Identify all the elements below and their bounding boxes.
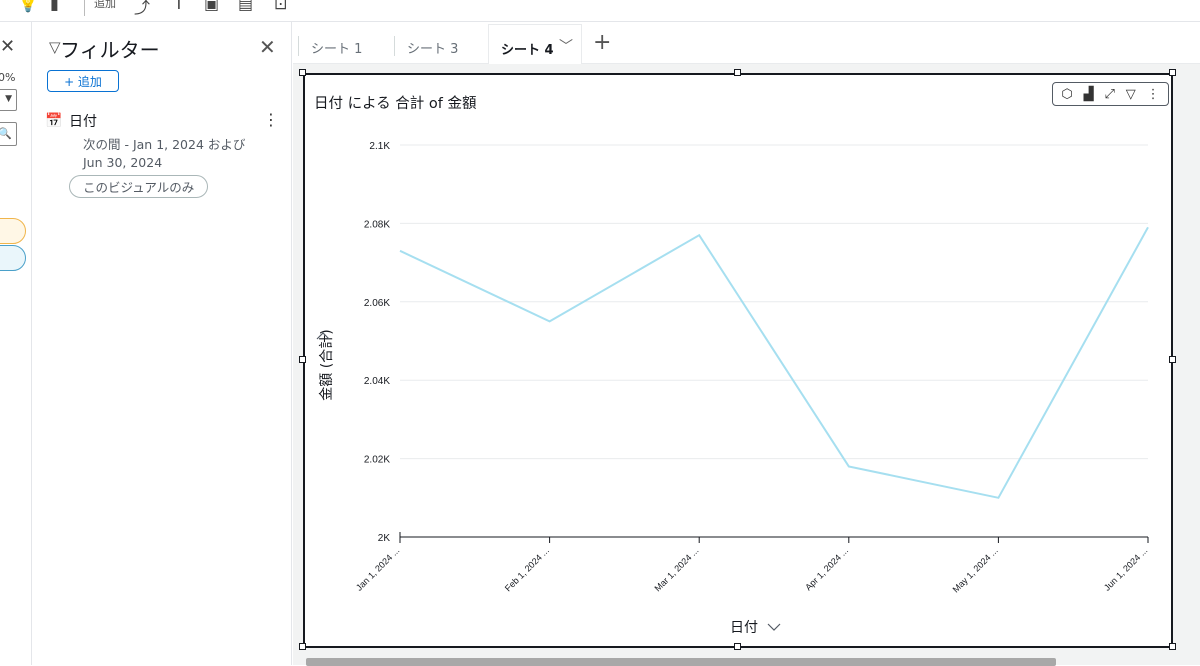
resize-handle[interactable]: [1169, 643, 1176, 650]
legend-pill-orange[interactable]: [0, 218, 26, 244]
canvas-area: 日付 による 合計 of 金額 ⬡ ▟ ⤢ ▽ ⋮ 2K2.02K2.04K2.…: [293, 64, 1200, 665]
zoom-dropdown[interactable]: ▼: [0, 89, 17, 111]
tab-sheet-4[interactable]: シート 4 ﹀: [488, 24, 582, 65]
filter-item-name[interactable]: 日付: [69, 111, 97, 131]
line-chart-visual[interactable]: 日付 による 合計 of 金額 ⬡ ▟ ⤢ ▽ ⋮ 2K2.02K2.04K2.…: [303, 73, 1173, 648]
zoom-percent: 0%: [0, 71, 15, 84]
add-text-icon[interactable]: T: [174, 0, 184, 13]
x-axis-label: 日付: [730, 620, 758, 636]
chevron-down-icon[interactable]: ﹀: [559, 36, 573, 56]
close-icon[interactable]: ✕: [259, 35, 276, 59]
tab-sheet-3[interactable]: シート 3: [407, 38, 458, 57]
search-icon[interactable]: 🔍: [0, 122, 17, 146]
y-tick-label: 2.1K: [369, 141, 390, 152]
filter-item-description-2: Jun 30, 2024: [83, 155, 162, 170]
legend-pill-blue[interactable]: [0, 245, 26, 271]
toolbar-divider: [84, 0, 85, 16]
resize-handle[interactable]: [299, 643, 306, 650]
y-tick-label: 2.06K: [364, 298, 390, 309]
x-tick-label: May 1, 2024 ...: [951, 545, 1000, 594]
add-control-icon[interactable]: ▤: [238, 0, 253, 13]
filter-panel-title: フィルター: [60, 34, 160, 63]
tab-active-label: シート 4: [501, 39, 554, 58]
funnel-icon: ▽: [49, 38, 61, 56]
sheet-tabs: シート 1 シート 3 シート 4 ﹀ +: [293, 22, 1200, 64]
x-tick-label: Jun 1, 2024 ...: [1102, 545, 1149, 592]
resize-handle[interactable]: [734, 69, 741, 76]
series-line: [400, 227, 1148, 497]
x-tick-label: Feb 1, 2024 ...: [503, 545, 551, 593]
left-panel: ✕ 0% ▼ 🔍: [0, 22, 32, 665]
tab-divider: [394, 36, 395, 56]
add-chart-icon[interactable]: ⤴: [134, 0, 150, 18]
add-image-icon[interactable]: ▣: [204, 0, 219, 13]
resize-handle[interactable]: [734, 643, 741, 650]
resize-handle[interactable]: [1169, 356, 1176, 363]
resize-handle[interactable]: [1169, 69, 1176, 76]
close-icon[interactable]: ✕: [0, 36, 15, 57]
chart-bars-icon[interactable]: ▮: [50, 0, 59, 13]
tab-sheet-1[interactable]: シート 1: [311, 38, 362, 57]
add-link-icon[interactable]: ⊡: [274, 0, 287, 13]
top-toolbar: 💡 ▮ 追加 ⤴ T ▣ ▤ ⊡: [0, 0, 1200, 22]
add-sheet-icon[interactable]: +: [593, 30, 611, 55]
filter-panel: ▽ フィルター ✕ + 追加 📅 日付 ⋮ 次の間 - Jan 1, 2024 …: [33, 22, 292, 665]
chevron-down-icon: [768, 624, 780, 630]
more-options-icon[interactable]: ⋮: [263, 110, 279, 129]
line-chart: 2K 2.02K 2.04K 2.06K 2.08K 2.1K Jan 1, 2024 ..…: [305, 75, 1171, 646]
filter-scope-badge[interactable]: このビジュアルのみ: [69, 175, 208, 198]
y-tick-label: 2K: [378, 533, 391, 544]
y-axis-label: 金額 (合計): [319, 329, 335, 400]
resize-handle[interactable]: [299, 356, 306, 363]
resize-handle[interactable]: [299, 69, 306, 76]
calendar-icon: 📅: [45, 113, 62, 129]
x-tick-label: Jan 1, 2024 ...: [354, 545, 401, 592]
y-tick-label: 2.08K: [364, 219, 390, 230]
x-tick-label: Apr 1, 2024 ...: [803, 545, 850, 592]
add-filter-button[interactable]: + 追加: [47, 70, 119, 92]
y-tick-label: 2.04K: [364, 376, 390, 387]
tab-divider: [298, 36, 299, 56]
x-tick-label: Mar 1, 2024 ...: [653, 545, 701, 593]
filter-item-description: 次の間 - Jan 1, 2024 および: [83, 134, 245, 153]
toolbar-add-label: 追加: [94, 0, 116, 11]
lightbulb-icon[interactable]: 💡: [18, 0, 38, 13]
y-tick-label: 2.02K: [364, 455, 390, 466]
